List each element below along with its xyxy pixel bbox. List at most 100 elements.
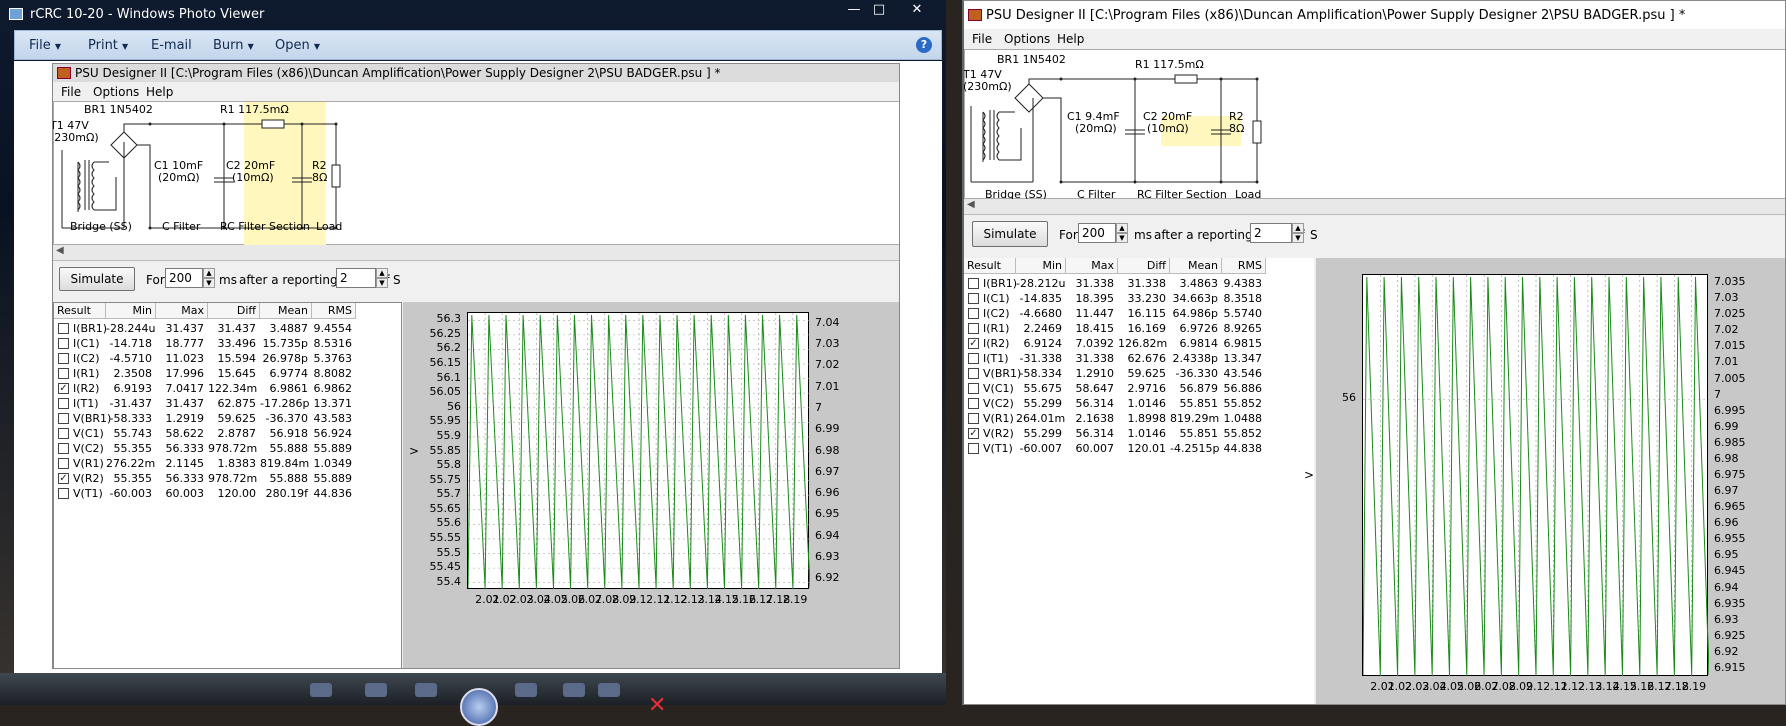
minimize-button[interactable]: — [843,0,865,20]
result-checkbox[interactable] [968,398,979,409]
result-diff: 978.72m [208,442,258,455]
result-diff: 15.594 [217,352,257,365]
result-rms: 44.836 [313,487,353,500]
column-header-mean[interactable]: Mean [1170,258,1222,274]
duration-up-icon[interactable]: ▲ [203,268,215,278]
delay-down-icon[interactable]: ▼ [376,278,388,288]
delay-input[interactable]: 2 [1250,223,1292,243]
result-checkbox[interactable] [968,293,979,304]
result-checkbox[interactable] [968,278,979,289]
result-checkbox[interactable] [58,398,69,409]
y-right-tick-label: 6.915 [1714,660,1746,674]
result-checkbox[interactable]: ✓ [968,428,979,439]
duration-input[interactable]: 200 [1078,223,1116,243]
result-rms: 56.924 [313,427,353,440]
schematic-scrollbar[interactable]: ◀ [53,245,899,261]
result-checkbox[interactable] [58,323,69,334]
column-header-max[interactable]: Max [1066,258,1118,274]
schematic-canvas[interactable]: BR1 1N5402 T1 47V (230mΩ) R1 117.5mΩ C1 … [53,101,899,246]
zoom-icon[interactable] [310,683,332,697]
slideshow-play-button[interactable] [460,688,498,726]
result-checkbox[interactable] [968,353,979,364]
result-min: -4.6680 [1019,307,1062,320]
result-mean: 6.9726 [1179,322,1219,335]
column-header-diff[interactable]: Diff [208,303,260,319]
schematic-scrollbar[interactable]: ◀ [964,199,1785,215]
table-row: I(BR1) -28.212u 31.338 31.338 3.4863 9.4383 [964,276,1314,291]
result-checkbox[interactable] [58,488,69,499]
result-checkbox[interactable] [968,413,979,424]
result-checkbox[interactable] [968,383,979,394]
column-header-rms[interactable]: RMS [312,303,356,319]
duration-input[interactable]: 200 [165,268,203,288]
maximize-button[interactable]: □ [868,0,890,20]
delay-down-icon[interactable]: ▼ [1292,233,1304,243]
menu-burn[interactable]: Burn ▼ [213,38,254,53]
result-checkbox[interactable] [58,428,69,439]
column-header-result[interactable]: Result [54,303,106,319]
result-rms: 9.4554 [313,322,353,335]
duration-up-icon[interactable]: ▲ [1116,223,1128,233]
result-checkbox[interactable]: ✓ [58,473,69,484]
menu-email[interactable]: E-mail [151,38,192,53]
c1-resistance: (20mΩ) [1075,122,1117,135]
result-max: 31.437 [165,397,205,410]
duration-down-icon[interactable]: ▼ [203,278,215,288]
column-header-mean[interactable]: Mean [260,303,312,319]
menu-file[interactable]: File ▼ [29,38,61,53]
column-header-max[interactable]: Max [156,303,208,319]
menu-help[interactable]: Help [146,85,173,99]
rotate-left-icon[interactable] [563,683,585,697]
result-max: 60.003 [165,487,205,500]
previous-icon[interactable] [415,683,437,697]
result-checkbox[interactable] [968,368,979,379]
result-checkbox[interactable] [58,413,69,424]
column-header-result[interactable]: Result [964,258,1016,274]
simulate-button[interactable]: Simulate [972,221,1048,247]
result-checkbox[interactable] [58,443,69,454]
result-checkbox[interactable] [968,308,979,319]
result-checkbox[interactable]: ✓ [58,383,69,394]
scroll-left-icon[interactable]: ◀ [56,245,64,256]
menu-open[interactable]: Open ▼ [275,38,320,53]
scroll-left-icon[interactable]: ◀ [967,199,975,210]
column-header-rms[interactable]: RMS [1222,258,1266,274]
next-icon[interactable] [515,683,537,697]
duration-down-icon[interactable]: ▼ [1116,233,1128,243]
result-checkbox[interactable] [968,323,979,334]
menu-file[interactable]: File [61,85,81,99]
result-rms: 55.889 [313,442,353,455]
y-right-tick-label: 6.95 [815,507,840,521]
column-header-min[interactable]: Min [1016,258,1066,274]
y-right-tick-label: 6.985 [1714,435,1746,449]
menu-options[interactable]: Options [1004,32,1050,46]
result-checkbox[interactable]: ✓ [968,338,979,349]
menu-options[interactable]: Options [93,85,139,99]
result-checkbox[interactable] [58,338,69,349]
close-button[interactable]: ✕ [904,0,930,20]
y-left-tick-label: 56.25 [429,326,462,340]
simulate-button[interactable]: Simulate [59,267,135,291]
result-checkbox[interactable] [58,458,69,469]
actual-size-icon[interactable] [365,683,387,697]
menu-file[interactable]: File [972,32,992,46]
delay-input[interactable]: 2 [336,268,376,288]
schematic-canvas[interactable]: BR1 1N5402 T1 47V (230mΩ) R1 117.5mΩ C1 … [964,49,1785,201]
rotate-right-icon[interactable] [598,683,620,697]
result-checkbox[interactable] [58,368,69,379]
result-checkbox[interactable] [58,353,69,364]
delay-up-icon[interactable]: ▲ [1292,223,1304,233]
delete-icon[interactable]: ✕ [648,693,666,718]
result-diff: 16.169 [1127,322,1167,335]
result-rms: 8.5316 [313,337,353,350]
column-header-diff[interactable]: Diff [1118,258,1170,274]
plot-area [1362,274,1709,677]
menu-print[interactable]: Print ▼ [88,38,128,53]
delay-up-icon[interactable]: ▲ [376,268,388,278]
y-right-tick-label: 6.925 [1714,628,1746,642]
table-row: I(C2) -4.6680 11.447 16.115 64.986p 5.5740 [964,306,1314,321]
menu-help[interactable]: Help [1057,32,1084,46]
result-checkbox[interactable] [968,443,979,454]
column-header-min[interactable]: Min [106,303,156,319]
help-icon[interactable]: ? [916,37,932,53]
